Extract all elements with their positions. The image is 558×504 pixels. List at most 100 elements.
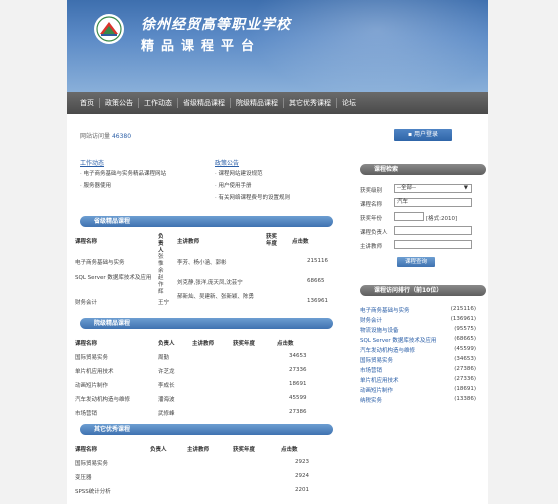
year-label: 获奖年份 <box>360 216 383 222</box>
search-button[interactable]: 课程查询 <box>397 257 435 267</box>
col-clicks: 点击数 <box>277 341 294 347</box>
course-name[interactable]: 汽车发动机构造与维修 <box>75 395 130 403</box>
ranking-item[interactable]: 电子商务基础与实务 (215116) <box>360 306 486 316</box>
course-leader: 许芝龙 <box>158 369 175 375</box>
nav-home[interactable]: 首页 <box>75 98 99 108</box>
main-nav: 首页 政策公告 工作动态 省级精品课程 院级精品课程 其它优秀课程 论坛 <box>67 92 488 114</box>
ranking-course-name[interactable]: 单片机应用技术 <box>360 376 399 384</box>
ranking-item[interactable]: 单片机应用技术 (27336) <box>360 376 486 386</box>
leader-input[interactable] <box>394 226 472 235</box>
course-clicks: 27336 <box>289 367 307 373</box>
col-leader: 负责人 <box>150 447 167 453</box>
course-name[interactable]: 国际贸易实务 <box>75 353 108 361</box>
ranking-count: (34653) <box>454 356 476 362</box>
course-leader: 李成长 <box>158 383 175 389</box>
ranking-course-name[interactable]: 动画短片制作 <box>360 386 393 394</box>
visit-counter: 网站访问量 46380 <box>80 131 131 140</box>
login-label: 用户登录 <box>413 131 438 138</box>
notices-title[interactable]: 政策公告 <box>215 158 239 167</box>
other-courses-header: 其它优秀课程 <box>80 424 333 435</box>
main-content: 网站访问量 46380 ▪ 用户登录 工作动态 电子商务基础与实务精品课程网站 … <box>67 114 488 504</box>
nav-others[interactable]: 其它优秀课程 <box>284 98 336 108</box>
ranking-item[interactable]: 财务会计 (136961) <box>360 316 486 326</box>
course-clicks: 2924 <box>295 473 309 479</box>
chevron-down-icon: ▼ <box>463 185 468 191</box>
ranking-item[interactable]: 汽车发动机构造与维修 (45599) <box>360 346 486 356</box>
ranking-course-name[interactable]: 电子商务基础与实务 <box>360 306 410 314</box>
col-name: 课程名称 <box>75 341 98 347</box>
work-news-title[interactable]: 工作动态 <box>80 158 104 167</box>
news-item[interactable]: 电子商务基础与实务精品课程网站 <box>80 168 167 180</box>
course-clicks: 34653 <box>289 353 307 359</box>
course-clicks: 2923 <box>295 459 309 465</box>
col-leader: 负责人 <box>158 234 164 254</box>
col-teachers: 主讲教师 <box>187 447 210 453</box>
course-name[interactable]: 动画短片制作 <box>75 381 108 389</box>
ranking-count: (136961) <box>450 316 476 322</box>
ranking-count: (18691) <box>454 386 476 392</box>
ranking-course-name[interactable]: 国际贸易实务 <box>360 356 393 364</box>
ranking-item[interactable]: 市场营销 (27386) <box>360 366 486 376</box>
notice-item[interactable]: 有关网络课程费号的设置规则 <box>215 192 291 204</box>
course-name[interactable]: 财务会计 <box>75 298 97 306</box>
login-button[interactable]: ▪ 用户登录 <box>394 129 452 141</box>
ranking-count: (13386) <box>454 396 476 402</box>
ranking-header: 课程访问排行（前10位） <box>360 285 486 296</box>
nav-college[interactable]: 院级精品课程 <box>231 98 283 108</box>
table-row: 财务会计 王宁 郝新灿、吴建新、张新颖、陈勇 136961 <box>67 294 328 314</box>
year-input[interactable] <box>394 212 424 221</box>
course-name[interactable]: SPSS统计分析 <box>75 487 111 495</box>
year-format-hint: [格式:2010] <box>426 216 458 222</box>
ranking-item[interactable]: 国际贸易实务 (34653) <box>360 356 486 366</box>
school-name: 徐州经贸高等职业学校 <box>141 17 291 33</box>
course-leader: 潘海波 <box>158 397 175 403</box>
col-clicks: 点击数 <box>292 239 309 245</box>
ranking-item[interactable]: SQL Server 数据库技术及应用 (68665) <box>360 336 486 346</box>
course-name[interactable]: 变压器 <box>75 473 92 481</box>
ranking-course-name[interactable]: 汽车发动机构造与维修 <box>360 346 415 354</box>
ranking-item[interactable]: 纳税实务 (13386) <box>360 396 486 406</box>
level-select-value: --全部-- <box>397 185 416 191</box>
ranking-item[interactable]: 动画短片制作 (18691) <box>360 386 486 396</box>
provincial-courses-header: 省级精品课程 <box>80 216 333 227</box>
name-label: 课程名称 <box>360 202 383 208</box>
nav-forum[interactable]: 论坛 <box>337 98 361 108</box>
course-clicks: 27386 <box>289 409 307 415</box>
course-name[interactable]: 国际贸易实务 <box>75 459 108 467</box>
name-input[interactable]: 汽车 <box>394 198 472 207</box>
nav-work-news[interactable]: 工作动态 <box>139 98 177 108</box>
ranking-course-name[interactable]: 财务会计 <box>360 316 382 324</box>
course-clicks: 18691 <box>289 381 307 387</box>
ranking-count: (45599) <box>454 346 476 352</box>
visit-count: 46380 <box>111 133 132 140</box>
course-leader: 王宁 <box>158 300 170 306</box>
course-name[interactable]: 市场营销 <box>75 409 97 417</box>
ranking-count: (95575) <box>454 326 476 332</box>
ranking-count: (27386) <box>454 366 476 372</box>
ranking-course-name[interactable]: SQL Server 数据库技术及应用 <box>360 336 436 344</box>
course-leader: 赵作辉 <box>158 275 164 295</box>
level-select[interactable]: --全部-- ▼ <box>394 184 472 193</box>
notice-item[interactable]: 用户使用手册 <box>215 180 290 192</box>
col-teachers: 主讲教师 <box>177 239 200 245</box>
course-clicks: 45599 <box>289 395 307 401</box>
ranking-course-name[interactable]: 物流设施与设备 <box>360 326 399 334</box>
ranking-course-name[interactable]: 纳税实务 <box>360 396 382 404</box>
teacher-input[interactable] <box>394 240 472 249</box>
course-name[interactable]: 电子商务基础与实务 <box>75 258 125 266</box>
col-clicks: 点击数 <box>281 447 298 453</box>
nav-provincial[interactable]: 省级精品课程 <box>178 98 230 108</box>
school-logo-icon <box>94 14 124 44</box>
ranking-item[interactable]: 物流设施与设备 (95575) <box>360 326 486 336</box>
col-teachers: 主讲教师 <box>192 341 215 347</box>
ranking-course-name[interactable]: 市场营销 <box>360 366 382 374</box>
course-teachers: 李芳、杨小涵、郭彬 <box>177 260 227 266</box>
col-leader: 负责人 <box>158 341 175 347</box>
notice-item[interactable]: 课程网站建设规范 <box>215 168 290 180</box>
news-item[interactable]: 服务器使用 <box>80 180 166 192</box>
ranking-count: (27336) <box>454 376 476 382</box>
nav-policy[interactable]: 政策公告 <box>100 98 138 108</box>
visit-label: 网站访问量 <box>80 133 111 140</box>
course-name[interactable]: 单片机应用技术 <box>75 367 114 375</box>
course-name[interactable]: SQL Server 数据库技术及应用 <box>75 275 155 282</box>
